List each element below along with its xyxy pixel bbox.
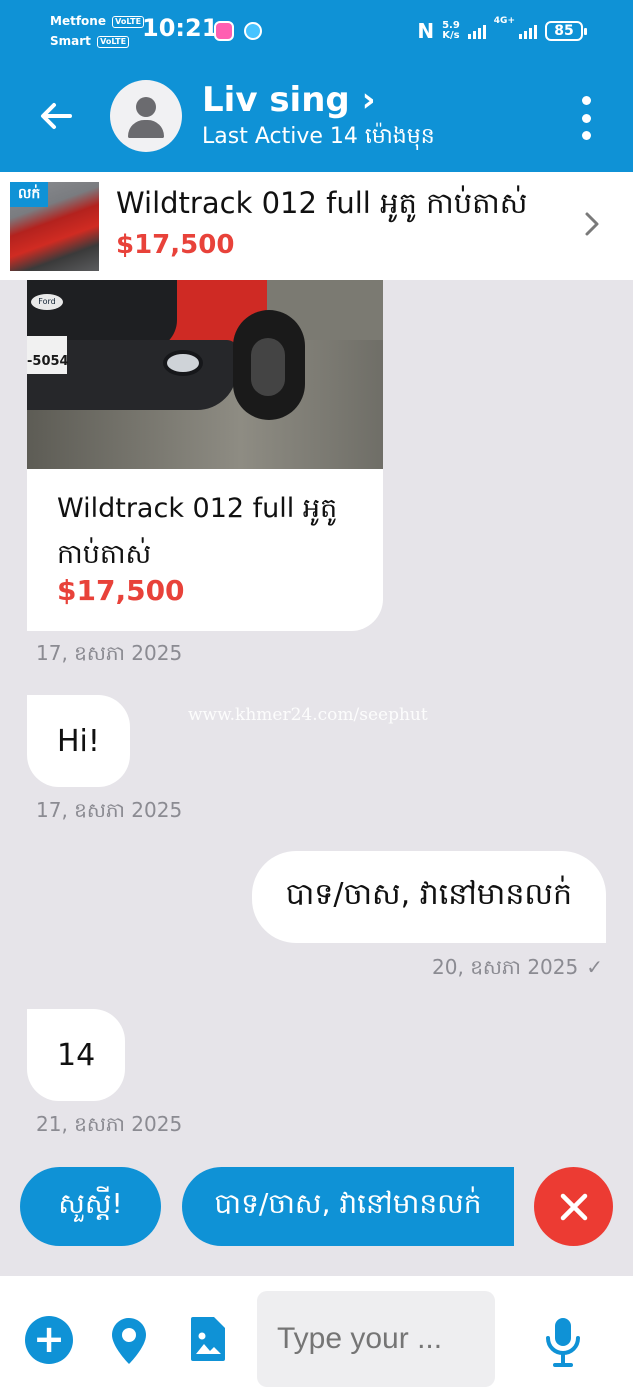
listing-title: Wildtrack 012 full អូតូ កាប់តាស់ <box>116 186 528 220</box>
app-header: Metfone VoLTE Smart VoLTE 10:21 N 5.9 K/… <box>0 0 633 172</box>
watermark-text: www.khmer24.com/seephut <box>188 705 428 725</box>
status-bar: Metfone VoLTE Smart VoLTE 10:21 N 5.9 K/… <box>0 0 633 62</box>
quick-reply-chip[interactable]: បាទ/ចាស, វានៅមានលក់ <box>182 1167 514 1246</box>
carrier-info: Metfone VoLTE Smart VoLTE <box>50 11 145 51</box>
close-quick-replies-button[interactable] <box>534 1167 613 1246</box>
contact-avatar[interactable] <box>110 80 182 152</box>
volte-badge: VoLTE <box>97 35 130 48</box>
close-icon <box>560 1193 587 1220</box>
incoming-message[interactable]: Hi! <box>27 695 130 787</box>
sale-badge: លក់ <box>10 182 49 207</box>
contact-name[interactable]: Liv sing › <box>202 80 376 120</box>
carrier-2: Smart <box>50 34 91 48</box>
carrier-1: Metfone <box>50 14 106 28</box>
notification-app-icon <box>214 21 234 41</box>
license-plate: -5054 <box>27 336 69 374</box>
message-text: 14 <box>57 1037 96 1073</box>
contact-name-text: Liv sing <box>202 80 350 120</box>
back-arrow-icon[interactable] <box>36 96 76 136</box>
microphone-icon[interactable] <box>545 1316 581 1368</box>
incoming-message[interactable]: 14 <box>27 1009 126 1101</box>
signal-icon <box>467 23 486 39</box>
message-text: បាទ/ចាស, វានៅមានលក់ <box>285 877 572 912</box>
message-timestamp: 21, ឧសភា 2025 <box>36 1112 183 1136</box>
product-card-title: Wildtrack 012 full អូតូ កាប់តាស់ <box>57 493 338 570</box>
message-timestamp-row: 20, ឧសភា 2025 ✓ <box>432 954 603 984</box>
ford-logo-icon: Ford <box>31 294 63 310</box>
volte-badge: VoLTE <box>112 15 145 28</box>
speed-unit: K/s <box>442 30 460 41</box>
message-timestamp: 17, ឧសភា 2025 <box>36 798 183 822</box>
last-active-status: Last Active 14 ម៉ោងមុន <box>202 124 435 149</box>
add-attachment-icon[interactable]: + <box>25 1316 73 1364</box>
image-file-icon[interactable] <box>190 1316 226 1362</box>
location-pin-icon[interactable] <box>110 1316 148 1366</box>
avatar-body <box>128 120 164 138</box>
battery-icon: 85 <box>545 21 587 41</box>
sent-check-icon: ✓ <box>586 955 603 979</box>
signal-icon-2 <box>519 23 537 39</box>
listing-price: $17,500 <box>116 230 235 260</box>
avatar-head <box>136 97 156 117</box>
message-input[interactable] <box>257 1291 495 1387</box>
listing-thumbnail: លក់ <box>10 182 99 271</box>
messenger-notification-icon <box>244 22 262 40</box>
message-text: Hi! <box>57 723 100 759</box>
message-composer: + <box>0 1276 633 1400</box>
nfc-icon: N <box>417 19 435 43</box>
system-icons: N 5.9 K/s 4G+ 85 <box>417 16 587 46</box>
outgoing-message[interactable]: បាទ/ចាស, វានៅមានលក់ <box>251 851 606 943</box>
quick-reply-chip[interactable]: សួស្តី! <box>20 1167 161 1246</box>
message-timestamp: 20, ឧសភា 2025 <box>432 955 579 979</box>
more-options-icon[interactable] <box>576 96 596 140</box>
chevron-right-icon[interactable] <box>582 210 602 245</box>
product-card-price: $17,500 <box>57 574 185 607</box>
product-card-message[interactable]: Ford -5054 Wildtrack 012 full អូតូ កាប់ត… <box>27 280 383 631</box>
chevron-right-icon: › <box>361 80 376 120</box>
network-speed: 5.9 K/s <box>442 21 460 41</box>
network-type: 4G+ <box>493 16 515 26</box>
status-time: 10:21 <box>142 14 219 42</box>
message-timestamp: 17, ឧសភា 2025 <box>36 641 183 665</box>
car-photo: Ford -5054 <box>27 280 383 469</box>
listing-summary[interactable]: លក់ Wildtrack 012 full អូតូ កាប់តាស់ $17… <box>0 172 633 280</box>
